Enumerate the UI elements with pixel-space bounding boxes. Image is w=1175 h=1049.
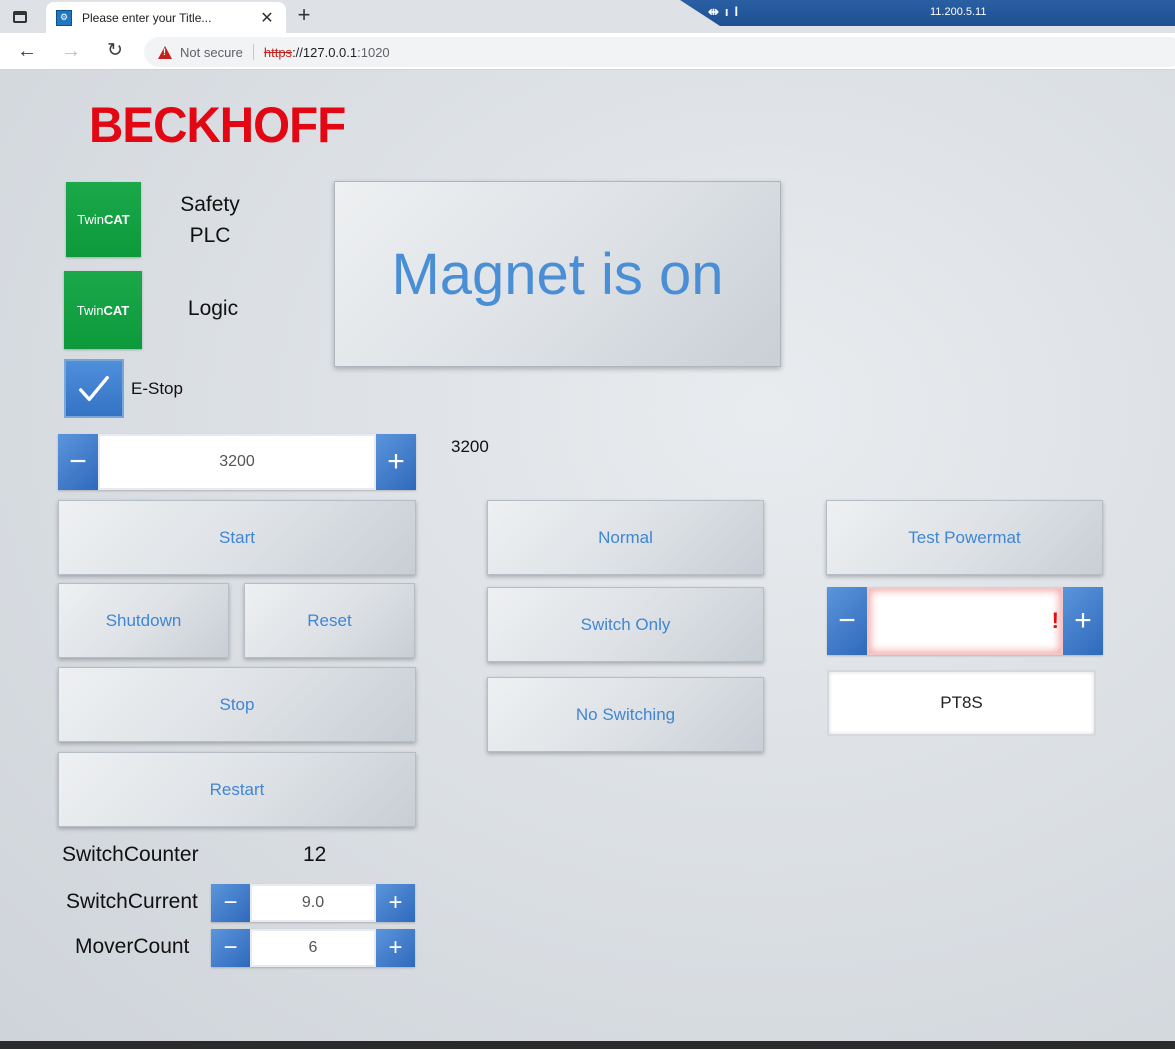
new-tab-button[interactable]: +: [292, 4, 316, 28]
browser-tab-bar: ⚙ Please enter your Title... ✕ + ⇹ıl 11.…: [0, 0, 1175, 33]
mover-count-input[interactable]: 6: [250, 929, 376, 967]
twincat-safety-icon: TwinCAT: [66, 182, 141, 257]
test-powermat-button[interactable]: Test Powermat: [826, 500, 1103, 575]
estop-label: E-Stop: [131, 379, 183, 398]
estop-checkbox[interactable]: [64, 359, 124, 418]
checkmark-icon: [79, 375, 109, 401]
connection-icon[interactable]: ⇹ıl: [708, 4, 744, 20]
switch-only-button[interactable]: Switch Only: [487, 587, 764, 662]
url-port: :1020: [357, 44, 390, 60]
switch-counter-value: 12: [303, 843, 327, 866]
url-host: ://127.0.0.1: [292, 44, 358, 60]
browser-tab[interactable]: ⚙ Please enter your Title... ✕: [46, 2, 286, 33]
no-switching-button[interactable]: No Switching: [487, 677, 764, 752]
tab-close-icon[interactable]: ✕: [258, 8, 276, 28]
setpoint-stepper: − 3200 +: [58, 434, 416, 490]
shutdown-button[interactable]: Shutdown: [58, 583, 229, 658]
switch-current-decrement-button[interactable]: −: [211, 884, 250, 922]
powermat-decrement-button[interactable]: −: [827, 587, 867, 655]
safety-plc-label: Safety PLC: [180, 193, 240, 247]
switch-current-input[interactable]: 9.0: [250, 884, 376, 922]
magnet-status-panel: Magnet is on: [334, 181, 781, 367]
setpoint-decrement-button[interactable]: −: [58, 434, 98, 490]
twincat-logic-icon: TwinCAT: [64, 271, 142, 349]
warning-icon: [158, 45, 172, 59]
switch-counter-label: SwitchCounter: [62, 843, 199, 866]
not-secure-label[interactable]: Not secure: [180, 45, 243, 60]
powermat-input[interactable]: !: [867, 587, 1063, 655]
tab-title: Please enter your Title...: [82, 10, 212, 25]
stop-button[interactable]: Stop: [58, 667, 416, 742]
reload-icon[interactable]: ↻: [102, 39, 128, 65]
logic-label: Logic: [187, 297, 239, 320]
setpoint-input[interactable]: 3200: [98, 434, 376, 490]
powermat-duration-field[interactable]: PT8S: [827, 670, 1096, 736]
back-icon[interactable]: ←: [14, 39, 40, 65]
divider: [252, 44, 254, 60]
error-icon: !: [1051, 608, 1059, 633]
mover-count-label: MoverCount: [75, 935, 190, 958]
switch-current-increment-button[interactable]: +: [376, 884, 415, 922]
powermat-increment-button[interactable]: +: [1063, 587, 1103, 655]
switch-current-label: SwitchCurrent: [66, 890, 198, 913]
setpoint-increment-button[interactable]: +: [376, 434, 416, 490]
magnet-status-text: Magnet is on: [391, 241, 724, 307]
mover-count-decrement-button[interactable]: −: [211, 929, 250, 967]
remote-session-bar: ⇹ıl 11.200.5.11: [680, 0, 1175, 26]
beckhoff-logo: BECKHOFF: [89, 97, 346, 153]
address-toolbar: ← → ↻ Not secure https://127.0.0.1:1020: [0, 33, 1175, 70]
favicon-icon: ⚙: [56, 9, 72, 26]
forward-icon[interactable]: →: [58, 39, 84, 65]
switch-current-stepper: − 9.0 +: [211, 884, 415, 922]
setpoint-readout: 3200: [451, 437, 489, 456]
taskbar: [0, 1041, 1175, 1049]
reset-button[interactable]: Reset: [244, 583, 415, 658]
start-button[interactable]: Start: [58, 500, 416, 575]
powermat-stepper: − ! +: [827, 587, 1103, 655]
normal-mode-button[interactable]: Normal: [487, 500, 764, 575]
tab-actions-icon[interactable]: [10, 7, 30, 27]
restart-button[interactable]: Restart: [58, 752, 416, 827]
mover-count-stepper: − 6 +: [211, 929, 415, 967]
url-scheme: https: [263, 44, 293, 60]
address-bar[interactable]: Not secure https://127.0.0.1:1020: [144, 37, 1175, 67]
mover-count-increment-button[interactable]: +: [376, 929, 415, 967]
remote-ip: 11.200.5.11: [930, 6, 987, 18]
